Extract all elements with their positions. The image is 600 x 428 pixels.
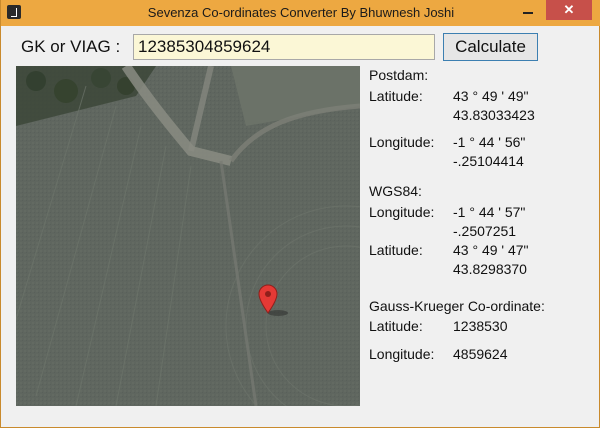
gk-longitude-label: Longitude:	[369, 346, 435, 362]
wgs84-latitude-dms: 43 ° 49 ' 47"	[453, 242, 529, 258]
wgs84-latitude-decimal: 43.8298370	[453, 261, 527, 277]
postdam-latitude-label: Latitude:	[369, 88, 423, 104]
app-window: Sevenza Co-ordinates Converter By Bhuwne…	[0, 0, 600, 428]
wgs84-longitude-label: Longitude:	[369, 204, 435, 220]
wgs84-heading: WGS84:	[369, 183, 422, 199]
postdam-longitude-decimal: -.25104414	[453, 153, 524, 169]
satellite-map[interactable]	[16, 66, 360, 406]
gk-latitude-label: Latitude:	[369, 318, 423, 334]
gk-viag-input[interactable]	[133, 34, 435, 60]
gk-longitude-value: 4859624	[453, 346, 508, 362]
gk-latitude-value: 1238530	[453, 318, 508, 334]
gk-viag-label: GK or VIAG :	[21, 37, 121, 56]
gk-heading: Gauss-Krueger Co-ordinate:	[369, 298, 545, 314]
postdam-latitude-dms: 43 ° 49 ' 49"	[453, 88, 529, 104]
postdam-latitude-decimal: 43.83033423	[453, 107, 535, 123]
postdam-heading: Postdam:	[369, 67, 429, 83]
calculate-button[interactable]: Calculate	[443, 33, 538, 61]
wgs84-longitude-decimal: -.2507251	[453, 223, 517, 239]
postdam-longitude-label: Longitude:	[369, 134, 435, 150]
minimize-button[interactable]	[515, 0, 541, 20]
postdam-longitude-dms: -1 ° 44 ' 56"	[453, 134, 526, 150]
title-bar[interactable]: Sevenza Co-ordinates Converter By Bhuwne…	[1, 0, 600, 26]
close-button[interactable]: ✕	[546, 0, 592, 20]
window-title: Sevenza Co-ordinates Converter By Bhuwne…	[147, 5, 455, 20]
wgs84-latitude-label: Latitude:	[369, 242, 423, 258]
wgs84-longitude-dms: -1 ° 44 ' 57"	[453, 204, 526, 220]
